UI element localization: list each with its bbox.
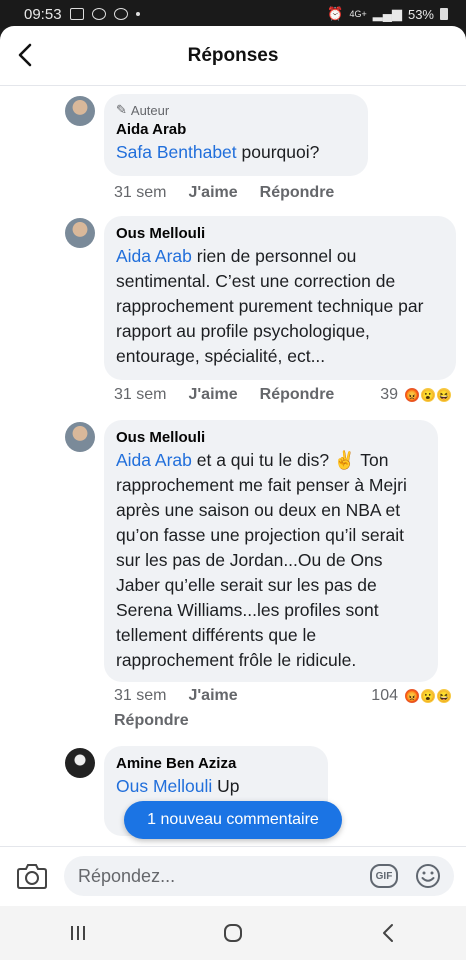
comment-actions: 31 sem J'aime Répondre xyxy=(114,386,334,404)
author-badge: ✎ Auteur xyxy=(116,102,356,118)
reply-button[interactable]: Répondre xyxy=(114,712,189,730)
haha-reaction-icon: 😆 xyxy=(436,688,452,704)
mention-link[interactable]: Aida Arab xyxy=(116,246,192,266)
comment-time: 31 sem xyxy=(114,386,167,403)
whatsapp-icon xyxy=(113,8,128,20)
mention-link[interactable]: Aida Arab xyxy=(116,450,192,470)
mention-link[interactable]: Safa Benthabet xyxy=(116,142,237,162)
comment-bubble[interactable]: Ous Mellouli Aida Arab et a qui tu le di… xyxy=(104,420,438,682)
status-bar: 09:53 ⏰ 4G+ ▂▄▆ 53% xyxy=(0,0,466,28)
reaction-count: 39 xyxy=(380,386,398,403)
system-nav-bar xyxy=(0,906,466,960)
system-back-button[interactable] xyxy=(368,918,408,948)
emoji-button[interactable] xyxy=(414,862,442,890)
new-comment-button[interactable]: 1 nouveau commentaire xyxy=(124,801,342,839)
like-button[interactable]: J'aime xyxy=(188,386,237,404)
comment-time: 31 sem xyxy=(114,687,167,704)
like-button[interactable]: J'aime xyxy=(188,184,237,202)
battery-icon xyxy=(440,8,448,20)
reply-composer: Répondez... GIF xyxy=(0,846,466,906)
comment-author[interactable]: Amine Ben Aziza xyxy=(116,754,316,774)
haha-reaction-icon: 😆 xyxy=(436,387,452,403)
comment-actions: 31 sem J'aime xyxy=(114,687,238,705)
wow-reaction-icon: 😮 xyxy=(420,387,436,403)
status-time: 09:53 xyxy=(24,5,62,23)
comment-time: 31 sem xyxy=(114,184,167,201)
recent-apps-icon xyxy=(70,926,85,940)
comment-bubble[interactable]: ✎ Auteur Aida Arab Safa Benthabet pourqu… xyxy=(104,94,368,176)
avatar[interactable] xyxy=(65,96,95,126)
comment-text: Aida Arab et a qui tu le dis? ✌️ Ton rap… xyxy=(116,448,426,673)
reply-placeholder: Répondez... xyxy=(78,865,176,886)
battery-level: 53% xyxy=(407,6,434,22)
network-label: 4G+ xyxy=(349,9,367,19)
comment-text: Aida Arab rien de personnel ou sentiment… xyxy=(116,244,444,369)
back-button[interactable] xyxy=(10,38,40,72)
comment-body: et a qui tu le dis? ✌️ Ton rapprochement… xyxy=(116,450,407,670)
reply-input[interactable]: Répondez... GIF xyxy=(64,856,454,896)
wow-reaction-icon: 😮 xyxy=(420,688,436,704)
like-button[interactable]: J'aime xyxy=(188,687,237,705)
notification-dot-icon xyxy=(135,12,140,16)
gif-button[interactable]: GIF xyxy=(370,864,398,888)
angry-reaction-icon: 😡 xyxy=(404,688,420,704)
camera-icon xyxy=(17,864,47,889)
signal-icon: ▂▄▆ xyxy=(372,6,402,21)
comment-author[interactable]: Aida Arab xyxy=(116,120,356,140)
author-badge-label: Auteur xyxy=(130,102,170,118)
gallery-icon xyxy=(69,8,84,20)
comment-bubble[interactable]: Ous Mellouli Aida Arab rien de personnel… xyxy=(104,216,456,380)
recent-apps-button[interactable] xyxy=(58,918,98,948)
home-button[interactable] xyxy=(213,918,253,948)
reply-button[interactable]: Répondre xyxy=(260,386,335,404)
avatar[interactable] xyxy=(65,748,95,778)
comment-author[interactable]: Ous Mellouli xyxy=(116,224,444,244)
camera-button[interactable] xyxy=(16,861,48,891)
page-title: Réponses xyxy=(187,44,279,66)
reactions-summary[interactable]: 39 😡 😮 😆 xyxy=(380,386,452,404)
reaction-count: 104 xyxy=(371,687,398,704)
comment-author[interactable]: Ous Mellouli xyxy=(116,428,426,448)
mention-link[interactable]: Ous Mellouli xyxy=(116,776,212,796)
comment-body: Up xyxy=(212,776,240,796)
facebook-icon xyxy=(91,8,106,20)
comment-actions: 31 sem J'aime Répondre xyxy=(114,184,334,202)
header: Réponses xyxy=(0,26,466,86)
pencil-icon: ✎ xyxy=(116,102,127,117)
alarm-icon: ⏰ xyxy=(327,6,344,21)
angry-reaction-icon: 😡 xyxy=(404,387,420,403)
comment-text: Ous Mellouli Up xyxy=(116,774,316,799)
replies-sheet: Réponses ✎ Auteur Aida Arab Safa Benthab… xyxy=(0,26,466,906)
reactions-summary[interactable]: 104 😡 😮 😆 xyxy=(371,687,452,705)
comment-body: pourquoi? xyxy=(236,142,320,162)
smiley-icon xyxy=(416,864,440,888)
chevron-left-icon xyxy=(18,43,32,67)
avatar[interactable] xyxy=(65,422,95,452)
reply-button[interactable]: Répondre xyxy=(260,184,335,202)
avatar[interactable] xyxy=(65,218,95,248)
back-icon xyxy=(383,924,394,942)
comment-text: Safa Benthabet pourquoi? xyxy=(116,140,356,165)
home-icon xyxy=(223,924,242,942)
comment-actions-wrap: Répondre xyxy=(114,712,189,730)
